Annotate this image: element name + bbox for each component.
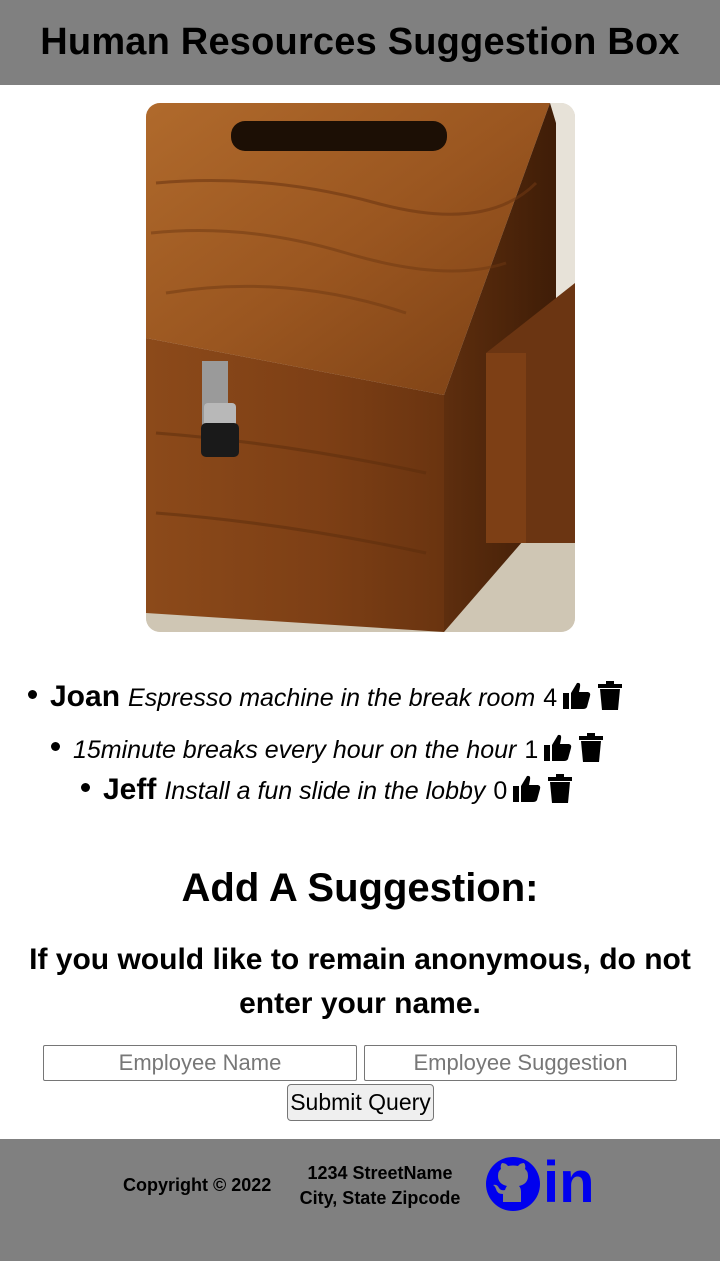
- page-header: Human Resources Suggestion Box: [0, 0, 720, 85]
- suggestion-box-photo: [146, 103, 575, 632]
- suggestion-text: 15minute breaks every hour on the hour: [73, 736, 517, 764]
- thumbs-up-icon[interactable]: [511, 774, 541, 804]
- suggestion-text: Espresso machine in the break room: [128, 684, 536, 712]
- bullet: [28, 690, 37, 699]
- add-suggestion-heading: Add A Suggestion:: [181, 866, 539, 910]
- bullet: [81, 783, 90, 792]
- address: 1234 StreetName City, State Zipcode: [299, 1161, 461, 1211]
- vote-count: 1: [524, 736, 539, 764]
- suggestion-author: Jeff: [103, 773, 157, 806]
- thumbs-up-icon[interactable]: [542, 733, 572, 763]
- employee-name-input[interactable]: [43, 1045, 357, 1081]
- anonymous-note: If you would like to remain anonymous, d…: [29, 943, 691, 1020]
- page-title: Human Resources Suggestion Box: [40, 21, 680, 63]
- vote-count: 4: [543, 684, 558, 712]
- trash-icon[interactable]: [595, 681, 625, 711]
- suggestion-author: Joan: [50, 680, 121, 713]
- address-line-2: City, State Zipcode: [299, 1188, 461, 1208]
- employee-suggestion-input[interactable]: [364, 1045, 677, 1081]
- submit-button[interactable]: Submit Query: [287, 1084, 434, 1121]
- suggestion-text: Install a fun slide in the lobby: [164, 777, 486, 805]
- vote-count: 0: [493, 777, 508, 805]
- linkedin-icon[interactable]: in: [543, 1152, 595, 1214]
- bullet: [51, 742, 60, 751]
- copyright-text: Copyright © 2022: [123, 1175, 272, 1195]
- github-icon[interactable]: [485, 1156, 541, 1212]
- address-line-1: 1234 StreetName: [307, 1163, 453, 1183]
- thumbs-up-icon[interactable]: [561, 681, 591, 711]
- list-item: Joan Espresso machine in the break room …: [28, 676, 625, 714]
- trash-icon[interactable]: [576, 733, 606, 763]
- trash-icon[interactable]: [545, 774, 575, 804]
- list-item: 15minute breaks every hour on the hour 1: [51, 728, 606, 765]
- list-item: Jeff Install a fun slide in the lobby 0: [81, 769, 575, 807]
